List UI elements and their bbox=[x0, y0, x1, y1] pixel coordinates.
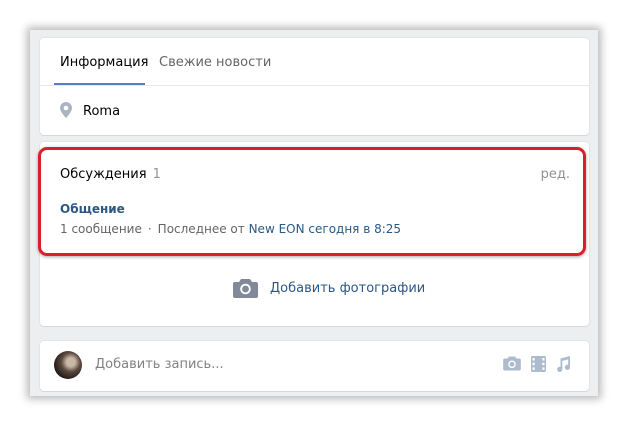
info-card: Информация Свежие новости Roma bbox=[40, 38, 589, 135]
discussions-highlight-frame bbox=[38, 147, 586, 256]
tab-information[interactable]: Информация bbox=[60, 55, 148, 70]
map-pin-icon bbox=[60, 102, 72, 118]
location-text: Roma bbox=[83, 104, 121, 119]
camera-icon bbox=[233, 279, 258, 298]
post-input[interactable]: Добавить запись... bbox=[95, 357, 224, 372]
video-icon[interactable] bbox=[531, 356, 546, 372]
add-photo-button[interactable]: Добавить фотографии bbox=[233, 278, 425, 298]
avatar[interactable] bbox=[54, 351, 82, 379]
music-icon[interactable] bbox=[556, 356, 571, 372]
tabs-divider bbox=[40, 85, 589, 86]
camera-icon[interactable] bbox=[503, 356, 521, 371]
add-photo-label: Добавить фотографии bbox=[270, 280, 426, 296]
tab-latest-news[interactable]: Свежие новости bbox=[159, 55, 271, 70]
post-composer: Добавить запись... bbox=[40, 341, 589, 391]
